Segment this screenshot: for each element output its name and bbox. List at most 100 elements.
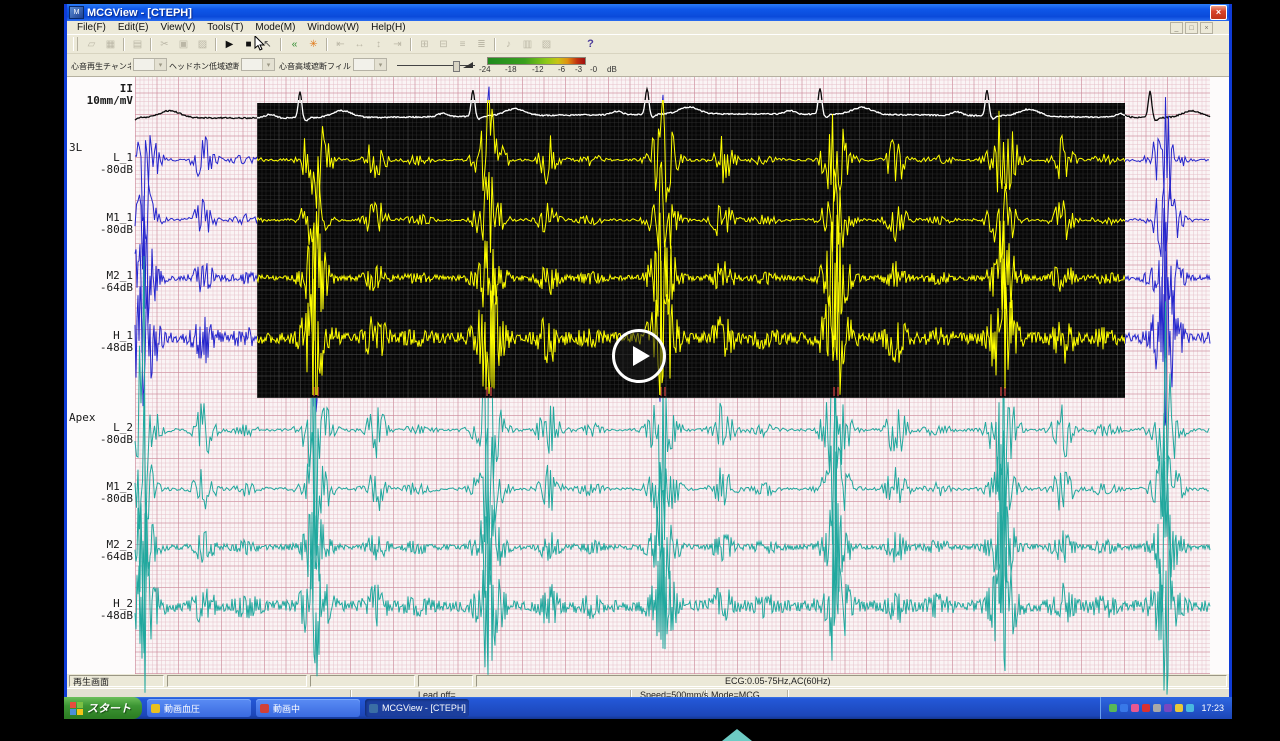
windows-logo-icon xyxy=(70,702,83,715)
toolbar-separator xyxy=(123,38,125,51)
tray-icon[interactable] xyxy=(1186,704,1194,712)
vu-meter-tick-label: -3 xyxy=(575,65,582,74)
playback-position-marker[interactable] xyxy=(722,729,752,741)
toolbar-separator xyxy=(280,38,282,51)
menu-view[interactable]: View(V) xyxy=(154,22,201,33)
menu-tools[interactable]: Tools(T) xyxy=(201,22,249,33)
copy-icon: ▣ xyxy=(175,37,192,52)
group-label-apex: Apex xyxy=(69,411,96,424)
tray-icon[interactable] xyxy=(1109,704,1117,712)
status-bar-upper: 再生画面 ECG:0.05-75Hz,AC(60Hz) xyxy=(67,674,1229,688)
menu-window[interactable]: Window(W) xyxy=(301,22,365,33)
volume-slider[interactable] xyxy=(397,62,475,70)
headphone-lowcut-select[interactable]: ▾ xyxy=(241,58,275,71)
task-button-label: MCGView - [CTEPH] xyxy=(382,703,466,713)
chevron-down-icon: ▾ xyxy=(374,59,386,70)
channel-gain-H_2: -48dB xyxy=(67,610,133,621)
volume-slider-thumb[interactable] xyxy=(453,61,460,72)
paste-icon: ▨ xyxy=(194,37,211,52)
tray-icon[interactable] xyxy=(1142,704,1150,712)
chevron-down-icon: ▾ xyxy=(154,59,166,70)
vu-meter-tick-label: dB xyxy=(607,65,617,74)
screen: { "window": { "title": "MCGView - [CTEPH… xyxy=(0,0,1280,720)
playback-channel-label: 心音再生チャンネル: xyxy=(71,61,131,72)
task-button-icon xyxy=(151,704,160,713)
report-icon: ▥ xyxy=(519,37,536,52)
play-icon xyxy=(633,346,650,366)
task-button[interactable]: 動画中 xyxy=(256,699,360,717)
play-icon[interactable]: ▶ xyxy=(221,37,238,52)
menu-file[interactable]: File(F) xyxy=(71,22,112,33)
app-icon: M xyxy=(69,6,84,19)
headphone-lowcut-label: ヘッドホン低域遮断フィルタ: xyxy=(169,61,239,72)
chevron-down-icon: ▾ xyxy=(262,59,274,70)
vu-meter-tick-label: -18 xyxy=(505,65,517,74)
tray-icon[interactable] xyxy=(1175,704,1183,712)
menu-mode[interactable]: Mode(M) xyxy=(249,22,301,33)
close-button[interactable]: × xyxy=(1210,5,1227,20)
toolbar-separator xyxy=(215,38,217,51)
title-bar: M MCGView - [CTEPH] × xyxy=(67,4,1229,21)
ecg-gain-label: 10mm/mV xyxy=(67,95,133,106)
channel-label-H_2: H_2 xyxy=(67,598,133,609)
channel-gain-M2_1: -64dB xyxy=(67,282,133,293)
video-play-button[interactable] xyxy=(612,329,666,383)
ecg-lead-label: II xyxy=(67,83,133,94)
highcut-filter-select[interactable]: ▾ xyxy=(353,58,387,71)
menu-help[interactable]: Help(H) xyxy=(365,22,411,33)
vu-meter-tick-label: -6 xyxy=(558,65,565,74)
toolbar-separator xyxy=(326,38,328,51)
channel-label-M2_2: M2_2 xyxy=(67,539,133,550)
task-button[interactable]: 動画血圧 xyxy=(147,699,251,717)
volume-wedge-icon xyxy=(463,62,473,68)
help-icon[interactable]: ? xyxy=(582,37,599,52)
menu-items: File(F)Edit(E)View(V)Tools(T)Mode(M)Wind… xyxy=(71,22,412,33)
mdi-minimize-icon[interactable]: _ xyxy=(1170,22,1183,34)
start-button[interactable]: スタート xyxy=(64,697,142,719)
vu-meter xyxy=(487,57,586,65)
toolbar-separator xyxy=(494,38,496,51)
ecg-filter-info: ECG:0.05-75Hz,AC(60Hz) xyxy=(725,676,831,686)
mdi-restore-icon[interactable]: □ xyxy=(1185,22,1198,34)
close-icon: × xyxy=(1216,8,1221,17)
channel-gain-M2_2: -64dB xyxy=(67,551,133,562)
playback-channel-select[interactable]: ▾ xyxy=(133,58,167,71)
zoom-out-icon: ⊟ xyxy=(435,37,452,52)
video-overlay xyxy=(257,103,1125,398)
window-title: MCGView - [CTEPH] xyxy=(87,7,1210,19)
highcut-filter-label: 心音高域遮断フィルタ: xyxy=(279,61,351,72)
start-label: スタート xyxy=(87,700,131,716)
channel-label-M1_1: M1_1 xyxy=(67,212,133,223)
channel-gain-H_1: -48dB xyxy=(67,342,133,353)
channel-gain-L_2: -80dB xyxy=(67,434,133,445)
taskbar-clock: 17:23 xyxy=(1201,703,1224,713)
vu-meter-tick-label: -12 xyxy=(532,65,544,74)
tray-icon[interactable] xyxy=(1120,704,1128,712)
tray-icon[interactable] xyxy=(1164,704,1172,712)
tray-icon[interactable] xyxy=(1131,704,1139,712)
event-marker-icon[interactable]: ✳ xyxy=(305,37,322,52)
settings-icon: ▧ xyxy=(538,37,555,52)
event-tick xyxy=(1000,387,1002,396)
toolbar-separator xyxy=(410,38,412,51)
mdi-close-icon[interactable]: × xyxy=(1200,22,1213,34)
toolbar-icons: ▱▦▤✂▣▨▶■↖«✳⇤↔↕⇥⊞⊟≡≣♪▥▧ xyxy=(82,37,556,52)
open-icon: ▱ xyxy=(83,37,100,52)
event-tick xyxy=(313,387,315,396)
task-button[interactable]: MCGView - [CTEPH] xyxy=(365,699,469,717)
channel-label-M2_1: M2_1 xyxy=(67,270,133,281)
mdi-window-controls: _□× xyxy=(1170,22,1213,34)
task-button-label: 動画血圧 xyxy=(164,702,200,715)
zoom-in-icon: ⊞ xyxy=(416,37,433,52)
rewind-icon[interactable]: « xyxy=(286,37,303,52)
channel-gain-M1_2: -80dB xyxy=(67,493,133,504)
toolbar: ▱▦▤✂▣▨▶■↖«✳⇤↔↕⇥⊞⊟≡≣♪▥▧ ? xyxy=(67,34,1229,54)
menu-edit[interactable]: Edit(E) xyxy=(112,22,155,33)
mouse-cursor xyxy=(254,36,266,56)
group-label-3l: 3L xyxy=(69,141,82,154)
event-tick xyxy=(660,387,662,396)
tray-icon[interactable] xyxy=(1153,704,1161,712)
save-icon: ▦ xyxy=(102,37,119,52)
page-next-icon: ↕ xyxy=(370,37,387,52)
toolbar-grip xyxy=(73,37,78,51)
